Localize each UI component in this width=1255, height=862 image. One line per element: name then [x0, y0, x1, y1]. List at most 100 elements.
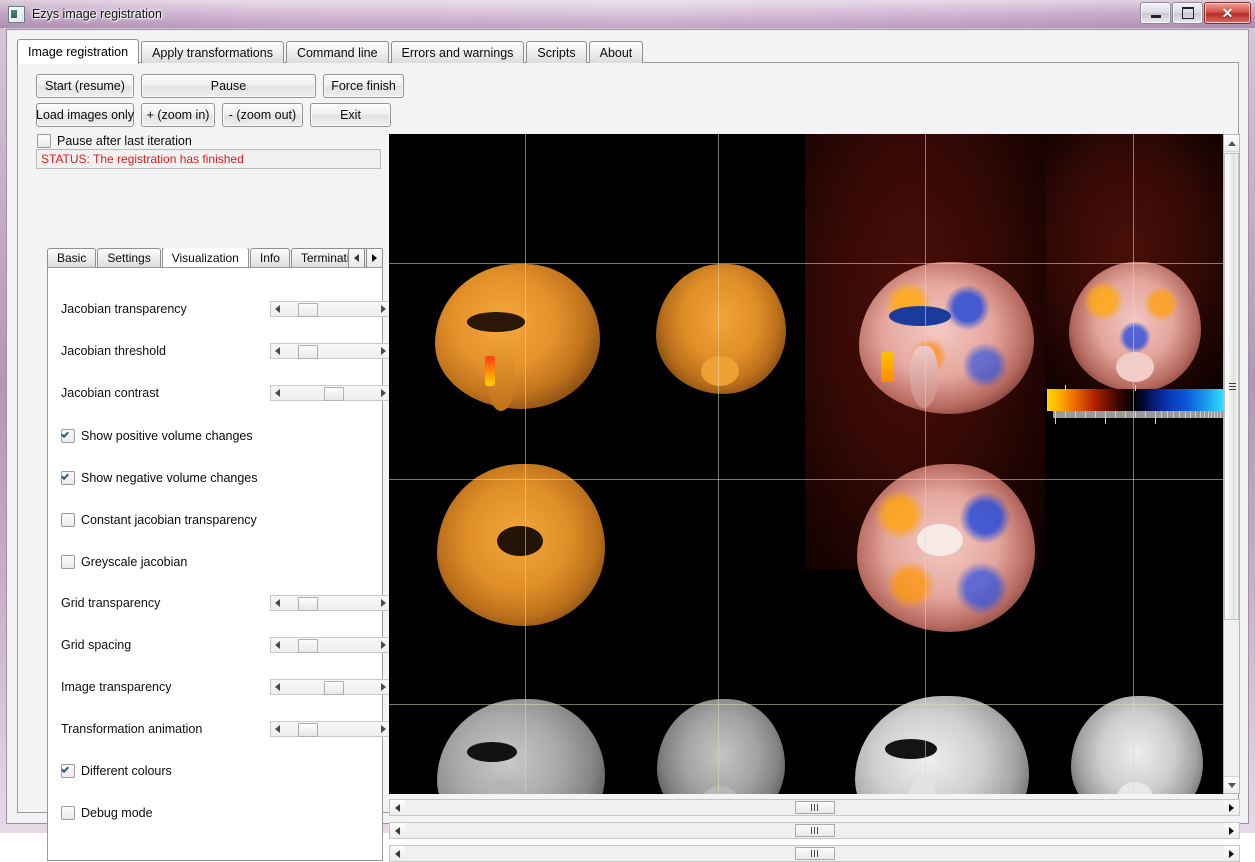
slider-label-8: Grid spacing: [61, 638, 132, 652]
tab-image-registration[interactable]: Image registration: [17, 39, 140, 64]
tab-scripts[interactable]: Scripts: [526, 41, 587, 63]
checkbox-row-5[interactable]: Constant jacobian transparency: [48, 507, 384, 533]
tab-errors-and-warnings[interactable]: Errors and warnings: [390, 41, 525, 63]
inner-tab-basic[interactable]: Basic: [47, 248, 97, 267]
exit-button[interactable]: Exit: [310, 103, 391, 127]
title-bar[interactable]: Ezys image registration ✕: [0, 0, 1255, 28]
scroll-up-button[interactable]: [1224, 135, 1239, 152]
zoom-out-button[interactable]: - (zoom out): [222, 103, 303, 127]
inner-tab-visualization[interactable]: Visualization: [161, 248, 249, 267]
checkbox-3[interactable]: Show positive volume changes: [61, 429, 253, 443]
colorbar-tick: [1204, 411, 1205, 418]
hscroll-2-right-button[interactable]: [1224, 823, 1239, 838]
slider-1[interactable]: [270, 343, 391, 359]
crosshair-vertical-3: [925, 134, 926, 794]
slider-9[interactable]: [270, 679, 391, 695]
checkbox-label-12: Debug mode: [81, 806, 153, 820]
brain-sagittal-grey-bright-ventricle: [885, 739, 937, 759]
checkbox-4[interactable]: Show negative volume changes: [61, 471, 258, 485]
checkbox-12[interactable]: Debug mode: [61, 806, 153, 820]
close-button[interactable]: ✕: [1204, 2, 1251, 24]
slider-left-arrow-button[interactable]: [271, 722, 284, 736]
slider-left-arrow-button[interactable]: [271, 680, 284, 694]
chevron-right-icon: [381, 599, 386, 607]
slider-thumb-8[interactable]: [298, 639, 318, 653]
slider-thumb-10[interactable]: [298, 723, 318, 737]
slider-row-1: Jacobian threshold: [48, 338, 391, 364]
colorbar-tick: [1105, 411, 1106, 424]
slider-7[interactable]: [270, 595, 391, 611]
pause-after-last-iteration-label: Pause after last iteration: [57, 134, 192, 148]
tab-command-line[interactable]: Command line: [285, 41, 389, 63]
maximize-button[interactable]: [1172, 2, 1203, 24]
slider-thumb-9[interactable]: [324, 681, 344, 695]
slider-thumb-2[interactable]: [324, 387, 344, 401]
checkbox-6[interactable]: Greyscale jacobian: [61, 555, 187, 569]
zoom-in-button[interactable]: + (zoom in): [141, 103, 215, 127]
slider-left-arrow-button[interactable]: [271, 302, 284, 316]
slider-10[interactable]: [270, 721, 391, 737]
colorbar-tick: [1217, 411, 1218, 418]
vertical-scrollbar-thumb[interactable]: [1224, 153, 1239, 620]
status-bar: STATUS: The registration has finished: [36, 149, 381, 169]
slider-left-arrow-button[interactable]: [271, 638, 284, 652]
inner-tab-spinners: [348, 248, 383, 267]
slider-0[interactable]: [270, 301, 391, 317]
chevron-right-icon: [381, 389, 386, 397]
load-images-only-button[interactable]: Load images only: [36, 103, 134, 127]
checkbox-row-3[interactable]: Show positive volume changes: [48, 423, 384, 449]
hscroll-1[interactable]: [389, 799, 1240, 816]
checkbox-row-6[interactable]: Greyscale jacobian: [48, 549, 384, 575]
colorbar-tick: [1125, 411, 1126, 418]
slider-left-arrow-button[interactable]: [271, 386, 284, 400]
slider-left-arrow-button[interactable]: [271, 344, 284, 358]
slider-left-arrow-button[interactable]: [271, 596, 284, 610]
hscroll-1-right-button[interactable]: [1224, 800, 1239, 815]
scroll-down-button[interactable]: [1224, 776, 1239, 793]
pause-after-last-iteration-checkbox[interactable]: Pause after last iteration: [37, 134, 192, 148]
start-resume-button[interactable]: Start (resume): [36, 74, 134, 98]
colorbar-ticks: [1053, 411, 1224, 425]
hscroll-2-left-button[interactable]: [390, 823, 405, 838]
tab-apply-transformations[interactable]: Apply transformations: [141, 41, 284, 63]
hscroll-3[interactable]: [389, 845, 1240, 862]
slider-thumb-7[interactable]: [298, 597, 318, 611]
hscroll-2-thumb[interactable]: [795, 824, 835, 837]
image-viewer[interactable]: [389, 134, 1231, 794]
hscroll-2[interactable]: [389, 822, 1240, 839]
hscroll-3-right-button[interactable]: [1224, 846, 1239, 861]
slider-2[interactable]: [270, 385, 391, 401]
checkbox-row-12[interactable]: Debug mode: [48, 800, 384, 826]
hscroll-1-left-button[interactable]: [390, 800, 405, 815]
colorbar-tick: [1085, 411, 1086, 418]
hscroll-3-left-button[interactable]: [390, 846, 405, 861]
checkbox-5[interactable]: Constant jacobian transparency: [61, 513, 257, 527]
viewer-vertical-scrollbar[interactable]: [1223, 134, 1240, 794]
chevron-down-icon: [1227, 782, 1236, 788]
slider-label-7: Grid transparency: [61, 596, 161, 610]
checkbox-row-4[interactable]: Show negative volume changes: [48, 465, 384, 491]
slider-thumb-1[interactable]: [298, 345, 318, 359]
inner-tab-settings[interactable]: Settings: [97, 248, 161, 267]
force-finish-button[interactable]: Force finish: [323, 74, 404, 98]
chevron-right-icon: [381, 683, 386, 691]
tab-about[interactable]: About: [588, 41, 644, 63]
colorbar-tick: [1167, 411, 1168, 418]
hscroll-1-thumb[interactable]: [795, 801, 835, 814]
minimize-button[interactable]: [1140, 2, 1171, 24]
colorbar-tick: [1214, 411, 1215, 418]
slider-thumb-0[interactable]: [298, 303, 318, 317]
chevron-left-icon: [354, 254, 359, 262]
brain-sagittal-orange-detail: [467, 312, 525, 332]
checkbox-label-4: Show negative volume changes: [81, 471, 258, 485]
inner-tab-prev-button[interactable]: [348, 248, 365, 267]
hscroll-3-thumb[interactable]: [795, 847, 835, 860]
checkbox-row-11[interactable]: Different colours: [48, 758, 384, 784]
slider-8[interactable]: [270, 637, 391, 653]
checkbox-11[interactable]: Different colours: [61, 764, 172, 778]
inner-tab-next-button[interactable]: [366, 248, 383, 267]
inner-tab-info[interactable]: Info: [249, 248, 290, 267]
pause-button[interactable]: Pause: [141, 74, 316, 98]
colorbar-tick: [1173, 411, 1174, 418]
brain-coronal-orange-brainstem: [701, 356, 739, 386]
